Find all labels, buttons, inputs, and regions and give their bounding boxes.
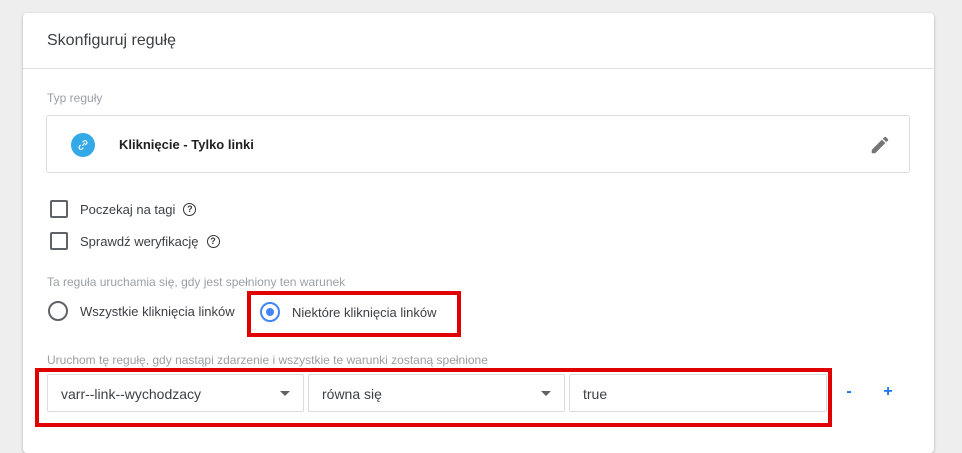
card-header: Skonfiguruj regułę — [23, 13, 934, 69]
variable-dropdown[interactable]: varr--link--wychodzacy — [47, 374, 304, 412]
check-validation-checkbox[interactable] — [50, 232, 68, 250]
radio-button-selected[interactable] — [260, 302, 280, 322]
conditions-label: Uruchom tę regułę, gdy nastąpi zdarzenie… — [47, 353, 488, 367]
check-validation-label: Sprawdź weryfikację — [80, 233, 199, 249]
help-icon[interactable]: ? — [206, 234, 220, 248]
value-text: true — [583, 386, 608, 402]
wait-for-tags-label: Poczekaj na tagi — [80, 201, 176, 217]
wait-for-tags-option[interactable]: Poczekaj na tagi ? — [50, 198, 197, 220]
rule-type-label: Typ reguły — [47, 91, 103, 105]
rule-type-box[interactable]: Kliknięcie - Tylko linki — [46, 115, 910, 173]
variable-value: varr--link--wychodzacy — [61, 386, 202, 402]
wait-for-tags-checkbox[interactable] — [50, 200, 68, 218]
operator-value: równa się — [322, 386, 382, 402]
help-icon[interactable]: ? — [183, 202, 197, 216]
add-condition-button[interactable]: + — [878, 383, 898, 401]
radio-button[interactable] — [48, 301, 68, 321]
radio-label: Wszystkie kliknięcia linków — [80, 303, 235, 319]
link-icon — [71, 133, 95, 157]
operator-dropdown[interactable]: równa się — [308, 374, 565, 412]
radio-some-link-clicks[interactable]: Niektóre kliknięcia linków — [260, 300, 437, 324]
chevron-down-icon — [280, 391, 290, 396]
radio-label: Niektóre kliknięcia linków — [292, 304, 437, 320]
pencil-icon[interactable] — [869, 134, 891, 156]
value-input[interactable]: true — [569, 374, 827, 412]
remove-condition-button[interactable]: - — [839, 383, 859, 401]
check-validation-option[interactable]: Sprawdź weryfikację ? — [50, 230, 220, 252]
radio-all-link-clicks[interactable]: Wszystkie kliknięcia linków — [48, 299, 235, 323]
fire-condition-label: Ta reguła uruchamia się, gdy jest spełni… — [47, 275, 346, 289]
rule-type-name: Kliknięcie - Tylko linki — [119, 137, 254, 152]
chevron-down-icon — [541, 391, 551, 396]
rule-config-card: Skonfiguruj regułę Typ reguły Kliknięcie… — [23, 13, 934, 453]
page-title: Skonfiguruj regułę — [47, 32, 176, 49]
